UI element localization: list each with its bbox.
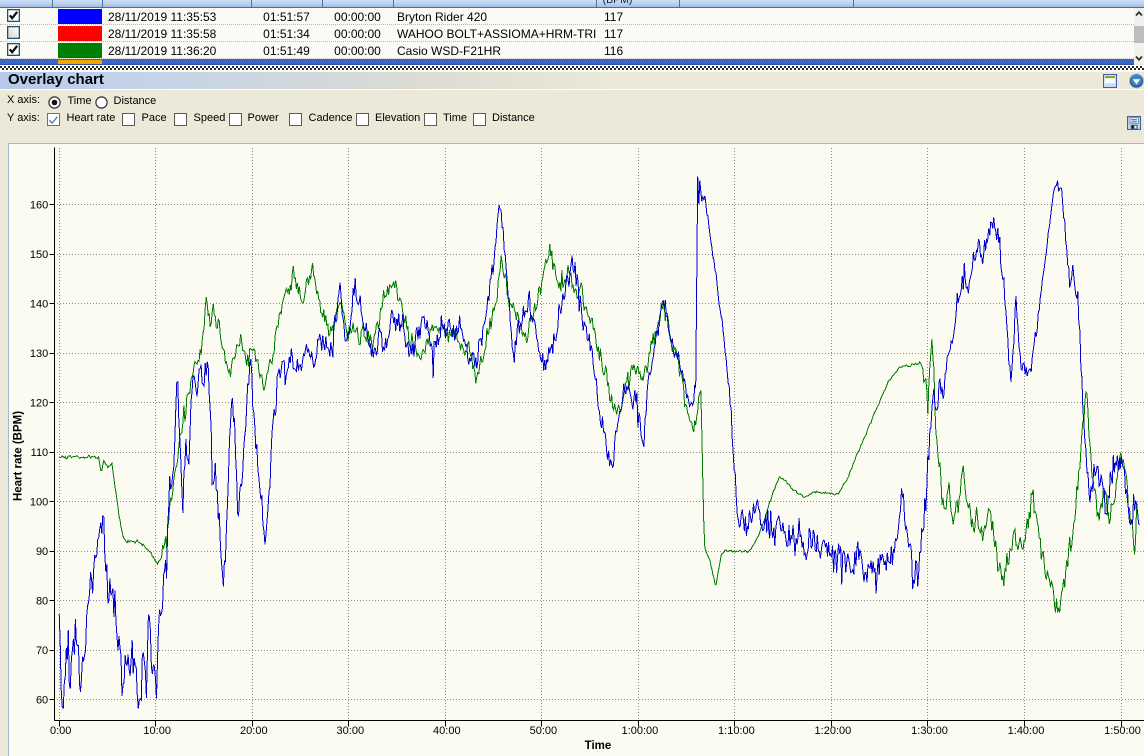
svg-text:1:30:00: 1:30:00 <box>911 725 948 737</box>
svg-text:0:00: 0:00 <box>50 725 71 737</box>
svg-text:Heart rate (BPM): Heart rate (BPM) <box>13 411 25 501</box>
svg-text:90: 90 <box>36 546 48 558</box>
svg-text:30:00: 30:00 <box>337 725 365 737</box>
svg-text:110: 110 <box>31 447 49 459</box>
svg-text:160: 160 <box>30 199 48 211</box>
svg-text:1:40:00: 1:40:00 <box>1008 725 1045 737</box>
svg-text:70: 70 <box>36 645 48 657</box>
svg-text:50:00: 50:00 <box>530 725 558 737</box>
svg-text:20:00: 20:00 <box>240 725 268 737</box>
svg-text:60: 60 <box>36 694 48 706</box>
svg-text:120: 120 <box>30 397 48 409</box>
svg-text:Time: Time <box>585 740 612 752</box>
svg-text:100: 100 <box>30 496 48 508</box>
svg-text:40:00: 40:00 <box>433 725 461 737</box>
svg-text:150: 150 <box>30 249 48 261</box>
svg-text:1:50:00: 1:50:00 <box>1104 725 1141 737</box>
svg-text:1:00:00: 1:00:00 <box>622 725 659 737</box>
svg-text:1:20:00: 1:20:00 <box>815 725 852 737</box>
svg-text:10:00: 10:00 <box>143 725 171 737</box>
svg-text:140: 140 <box>30 298 48 310</box>
svg-text:1:10:00: 1:10:00 <box>718 725 755 737</box>
svg-text:80: 80 <box>36 595 48 607</box>
svg-text:130: 130 <box>30 348 48 360</box>
